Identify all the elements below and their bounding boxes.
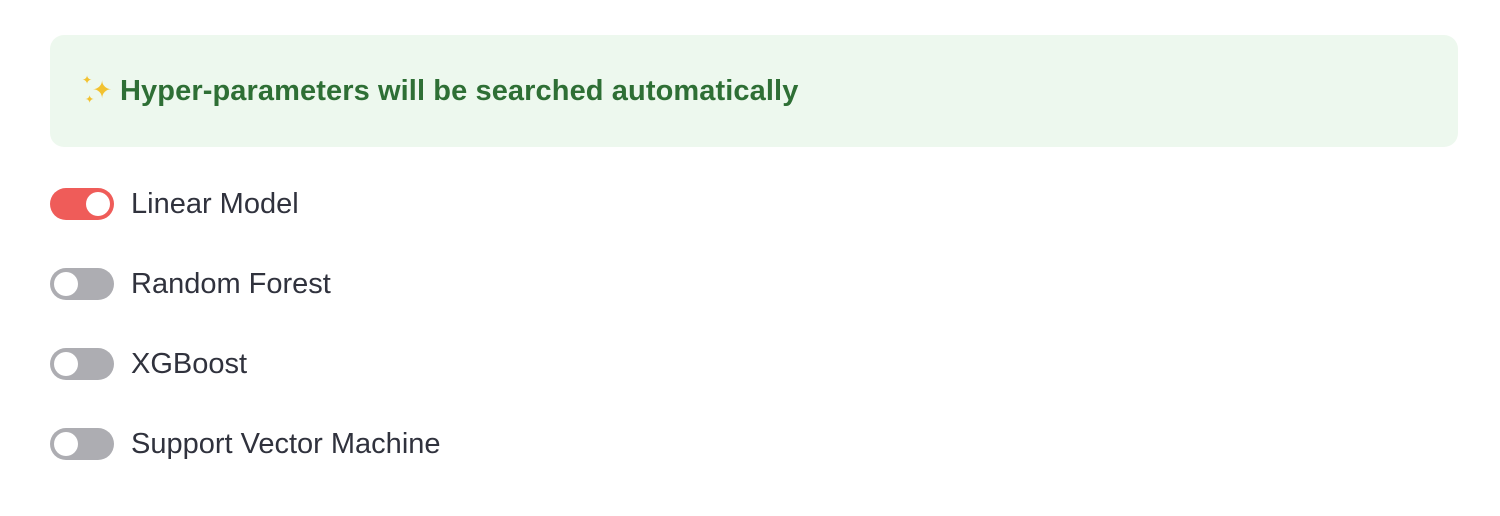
toggle-row-linear-model[interactable]: Linear Model <box>50 187 299 221</box>
random-forest-label: Random Forest <box>131 267 331 300</box>
toggle-knob <box>54 352 78 376</box>
banner-text: Hyper-parameters will be searched automa… <box>120 74 799 107</box>
toggle-knob <box>54 432 78 456</box>
toggle-knob <box>86 192 110 216</box>
linear-model-label: Linear Model <box>131 187 299 220</box>
info-banner: ✦ ✦ ✦ Hyper-parameters will be searched au… <box>50 35 1458 147</box>
toggle-row-xgboost[interactable]: XGBoost <box>50 347 247 381</box>
toggle-row-random-forest[interactable]: Random Forest <box>50 267 331 301</box>
xgboost-toggle[interactable] <box>50 348 114 380</box>
support-vector-machine-label: Support Vector Machine <box>131 427 441 460</box>
random-forest-toggle[interactable] <box>50 268 114 300</box>
sparkles-icon: ✦ ✦ ✦ <box>82 73 113 106</box>
toggle-row-support-vector-machine[interactable]: Support Vector Machine <box>50 427 441 461</box>
toggle-knob <box>54 272 78 296</box>
model-selection-panel: ✦ ✦ ✦ Hyper-parameters will be searched au… <box>0 0 1500 516</box>
support-vector-machine-toggle[interactable] <box>50 428 114 460</box>
xgboost-label: XGBoost <box>131 347 248 380</box>
linear-model-toggle[interactable] <box>50 188 114 220</box>
